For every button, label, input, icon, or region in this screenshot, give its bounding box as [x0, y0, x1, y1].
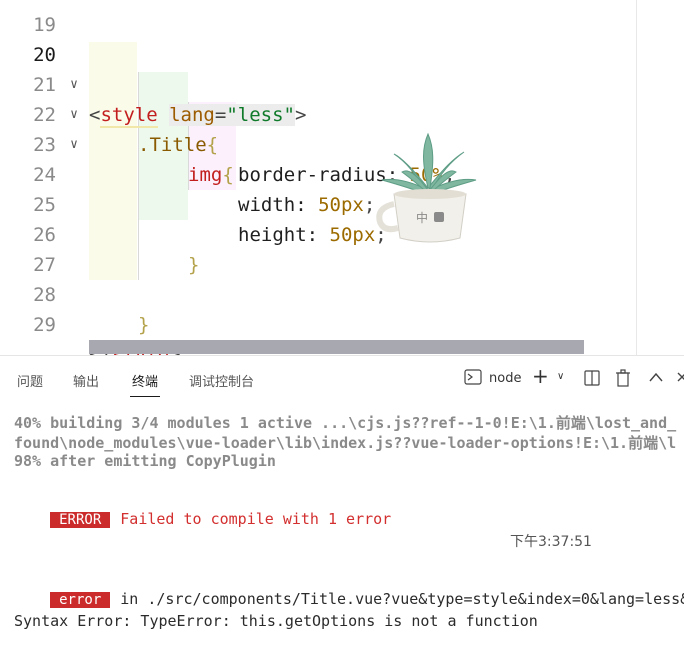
chevron-up-icon[interactable]: [649, 371, 663, 386]
error-badge: ERROR: [50, 512, 111, 528]
code-line-27[interactable]: 27: [0, 220, 684, 276]
error-badge-small: error: [50, 592, 111, 608]
code-line-24[interactable]: 24 width: 50px;: [0, 130, 684, 216]
shirt-icon: [434, 212, 444, 222]
code-line-28[interactable]: 28 }: [0, 250, 684, 336]
tab-debug-console[interactable]: 调试控制台: [189, 371, 254, 390]
terminal-line: 40% building 3/4 modules 1 active ...\cj…: [14, 414, 677, 432]
horizontal-scrollbar[interactable]: [89, 340, 584, 354]
line-number: 29: [33, 314, 56, 336]
code-line-20[interactable]: 20 ∨ <style lang="less">: [0, 10, 684, 128]
code-line-19: 19: [0, 0, 56, 36]
brace: }: [138, 314, 150, 336]
terminal-line: found\node_modules\vue-loader\lib\index.…: [14, 434, 677, 452]
error-message: Failed to compile with 1 error: [120, 510, 392, 528]
tab-terminal[interactable]: 终端: [132, 371, 158, 390]
code-line-23[interactable]: 23 border-radius: 50%;: [0, 100, 684, 186]
panel-tabs: 问题 输出 终端 调试控制台 node + ∨: [0, 356, 684, 402]
bottom-panel: 问题 输出 终端 调试控制台 node + ∨ 40% building 3/4…: [0, 355, 684, 654]
close-icon[interactable]: [677, 371, 684, 386]
active-tab-indicator: [130, 396, 160, 397]
split-terminal-icon[interactable]: [584, 370, 600, 390]
code-editor[interactable]: 19 20 ∨ <style lang="less"> 21 ∨ .Title{…: [0, 0, 684, 355]
potted-plant-decoration: 中: [376, 132, 477, 243]
terminal-icon[interactable]: [464, 369, 482, 389]
code-line-22[interactable]: 22 ∨ img{: [0, 70, 684, 186]
cup-text: 中: [416, 210, 428, 225]
error-path: in ./src/components/Title.vue?vue&type=s…: [120, 590, 684, 608]
code-line-29[interactable]: 29 </style>: [0, 280, 684, 355]
plus-icon[interactable]: +: [532, 364, 549, 388]
code-line-21[interactable]: 21 ∨ .Title{: [0, 40, 684, 156]
trash-icon[interactable]: [615, 369, 631, 391]
error-summary: ERROR Failed to compile with 1 error: [14, 492, 391, 546]
code-line-25[interactable]: 25 height: 50px;: [0, 160, 684, 246]
terminal-name[interactable]: node: [489, 371, 521, 386]
syntax-error-line: Syntax Error: TypeError: this.getOptions…: [14, 612, 538, 630]
code-line-26[interactable]: 26 }: [0, 190, 684, 276]
tab-problems[interactable]: 问题: [17, 371, 43, 390]
chevron-down-icon[interactable]: ∨: [557, 371, 564, 382]
tab-output[interactable]: 输出: [73, 371, 99, 390]
terminal-line: 98% after emitting CopyPlugin: [14, 452, 276, 470]
timestamp: 下午3:37:51: [510, 534, 592, 550]
